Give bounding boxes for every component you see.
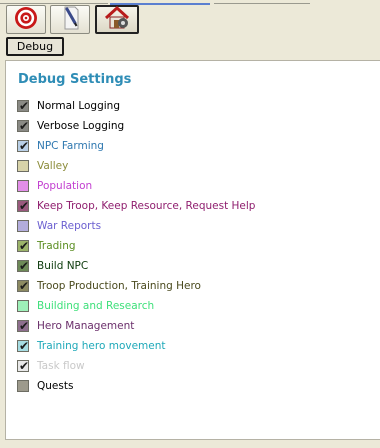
setting-label: Population	[37, 180, 93, 192]
checkbox[interactable]	[17, 300, 29, 312]
setting-row[interactable]: Population	[17, 176, 255, 196]
setting-row[interactable]: ✔ Troop Production, Training Hero	[17, 276, 255, 296]
setting-label: Verbose Logging	[37, 120, 125, 132]
setting-label: Task flow	[37, 360, 85, 372]
checkbox[interactable]: ✔	[17, 239, 30, 253]
setting-row[interactable]: War Reports	[17, 216, 255, 236]
setting-label: War Reports	[37, 220, 102, 232]
target-button[interactable]	[6, 5, 46, 34]
setting-label: NPC Farming	[37, 140, 104, 152]
setting-row[interactable]: ✔ Normal Logging	[17, 96, 255, 116]
checkmark-icon: ✔	[18, 99, 30, 113]
checkbox[interactable]	[17, 220, 29, 232]
setting-label: Training hero movement	[37, 340, 166, 352]
setting-row[interactable]: ✔ Trading	[17, 236, 255, 256]
panel-title: Debug Settings	[18, 72, 132, 87]
pencil-icon	[57, 5, 83, 35]
setting-label: Keep Troop, Keep Resource, Request Help	[37, 200, 256, 212]
checkbox[interactable]: ✔	[17, 139, 30, 153]
checkmark-icon: ✔	[18, 139, 30, 153]
checkbox[interactable]	[17, 160, 29, 172]
checkbox[interactable]: ✔	[17, 99, 30, 113]
setting-row[interactable]: ✔ NPC Farming	[17, 136, 255, 156]
setting-row[interactable]: ✔ Keep Troop, Keep Resource, Request Help	[17, 196, 255, 216]
checkmark-icon: ✔	[18, 259, 30, 273]
checkbox[interactable]: ✔	[17, 319, 30, 333]
checkbox[interactable]: ✔	[17, 119, 30, 133]
checkmark-icon: ✔	[18, 239, 30, 253]
checkmark-icon: ✔	[18, 319, 30, 333]
checkmark-icon: ✔	[18, 339, 30, 353]
setting-label: Hero Management	[37, 320, 135, 332]
checkbox[interactable]: ✔	[17, 339, 30, 353]
setting-label: Troop Production, Training Hero	[37, 280, 201, 292]
house-icon	[103, 5, 131, 35]
checkbox[interactable]: ✔	[17, 279, 30, 293]
checkmark-icon: ✔	[18, 199, 30, 213]
checkmark-icon: ✔	[18, 119, 30, 133]
sub-tab-bar: Debug	[0, 36, 380, 58]
checkbox[interactable]: ✔	[17, 259, 30, 273]
checkbox[interactable]	[17, 380, 29, 392]
checkbox[interactable]: ✔	[17, 359, 30, 373]
setting-row[interactable]: ✔ Build NPC	[17, 256, 255, 276]
setting-label: Valley	[37, 160, 69, 172]
setting-row[interactable]: ✔ Task flow	[17, 356, 255, 376]
settings-list: ✔ Normal Logging ✔ Verbose Logging ✔ NPC Farm…	[17, 96, 255, 396]
setting-row[interactable]: Building and Research	[17, 296, 255, 316]
setting-row[interactable]: Valley	[17, 156, 255, 176]
debug-settings-panel: Debug Settings ✔ Normal Logging ✔ Verbose L…	[5, 60, 380, 440]
checkmark-icon: ✔	[18, 279, 30, 293]
setting-label: Normal Logging	[37, 100, 120, 112]
setting-row[interactable]: ✔ Hero Management	[17, 316, 255, 336]
edit-button[interactable]	[50, 5, 90, 34]
setting-label: Quests	[37, 380, 74, 392]
tab-debug[interactable]: Debug	[6, 37, 64, 56]
setting-label: Trading	[37, 240, 76, 252]
checkmark-icon: ✔	[18, 359, 30, 373]
checkbox[interactable]: ✔	[17, 199, 30, 213]
toolbar	[0, 4, 380, 36]
setting-label: Build NPC	[37, 260, 89, 272]
setting-row[interactable]: Quests	[17, 376, 255, 396]
setting-row[interactable]: ✔ Training hero movement	[17, 336, 255, 356]
setting-row[interactable]: ✔ Verbose Logging	[17, 116, 255, 136]
setting-label: Building and Research	[37, 300, 155, 312]
target-icon	[13, 5, 39, 35]
settings-button[interactable]	[95, 5, 139, 34]
checkbox[interactable]	[17, 180, 29, 192]
